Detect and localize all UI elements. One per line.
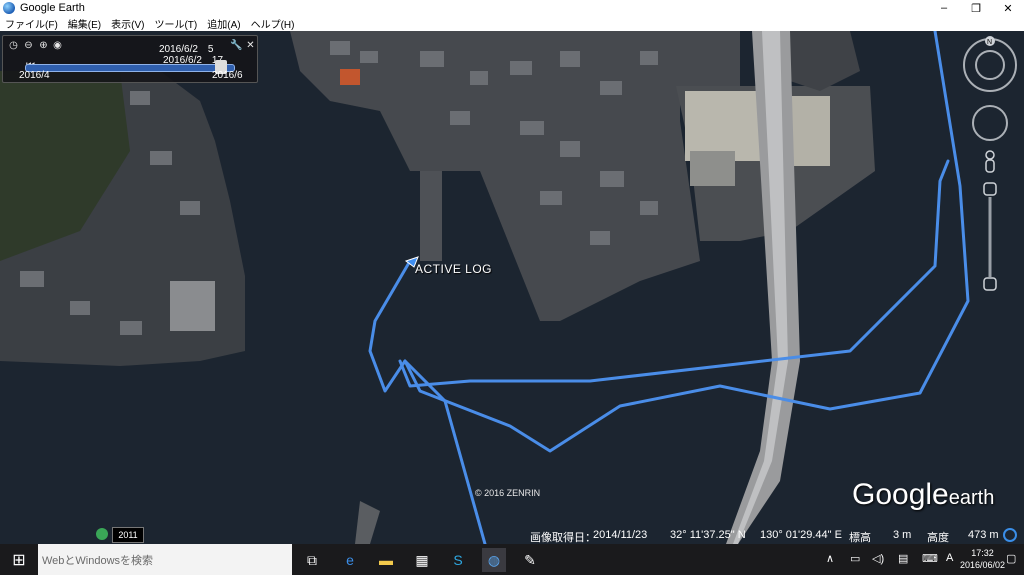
logo-main-text: Google bbox=[852, 478, 949, 511]
menu-tools[interactable]: ツール(T) bbox=[149, 16, 202, 31]
skype-icon[interactable]: S bbox=[446, 548, 470, 572]
notification-icon[interactable]: ▤ bbox=[898, 552, 908, 565]
action-center-icon[interactable]: ▢ bbox=[1006, 552, 1016, 565]
menu-file[interactable]: ファイル(F) bbox=[0, 16, 63, 31]
close-button[interactable]: ✕ bbox=[992, 0, 1024, 16]
clock-icon[interactable]: ◷ bbox=[8, 40, 19, 51]
google-earth-app-icon bbox=[3, 2, 15, 14]
edge-browser-icon[interactable]: e bbox=[338, 548, 362, 572]
copyright-text: © 2016 ZENRIN bbox=[475, 488, 541, 498]
taskbar-search-box[interactable]: WebとWindowsを検索 bbox=[38, 544, 292, 575]
menu-bar: ファイル(F) 編集(E) 表示(V) ツール(T) 追加(A) ヘルプ(H) bbox=[0, 16, 1024, 32]
title-bar: Google Earth – ❐ ✕ bbox=[0, 0, 1024, 16]
imagery-date-label: 画像取得日： bbox=[530, 532, 596, 544]
map-view[interactable]: ACTIVE LOG © 2016 ZENRIN Googleearth bbox=[0, 31, 1024, 544]
clock-time: 17:32 bbox=[971, 548, 994, 558]
start-button[interactable]: ⊞ bbox=[0, 544, 38, 575]
zoom-out-icon[interactable]: ⊖ bbox=[23, 40, 34, 51]
imagery-date: 2014/11/23 bbox=[593, 529, 648, 541]
wrench-icon[interactable]: 🔧 bbox=[230, 40, 242, 51]
paint-icon[interactable]: ✎ bbox=[518, 548, 542, 572]
window-title: Google Earth bbox=[20, 2, 85, 14]
google-earth-logo: Googleearth bbox=[852, 478, 994, 512]
slider-range-start: 2016/4 bbox=[19, 70, 50, 81]
svg-text:N: N bbox=[987, 39, 992, 46]
store-icon[interactable]: ▦ bbox=[410, 548, 434, 572]
elevation-label: 標高 bbox=[849, 532, 871, 544]
tray-chevron-icon[interactable]: ∧ bbox=[826, 552, 834, 565]
keyboard-icon[interactable]: ⌨ bbox=[922, 552, 938, 565]
compass-look-icon[interactable]: N bbox=[963, 36, 1017, 92]
task-view-icon[interactable]: ⧉ bbox=[300, 548, 324, 572]
placemark-label[interactable]: ACTIVE LOG bbox=[415, 262, 492, 276]
taskbar-clock[interactable]: 17:32 2016/06/02 bbox=[960, 547, 1005, 571]
menu-edit[interactable]: 編集(E) bbox=[63, 16, 106, 31]
slider-range-end: 2016/6 bbox=[212, 70, 243, 81]
menu-help[interactable]: ヘルプ(H) bbox=[246, 16, 300, 31]
pan-control-icon[interactable] bbox=[972, 105, 1008, 141]
latitude: 32° 11'37.25" N bbox=[670, 529, 746, 541]
volume-icon[interactable]: ◁) bbox=[872, 552, 884, 565]
window-controls: – ❐ ✕ bbox=[928, 0, 1024, 16]
eye-altitude-value: 473 m bbox=[968, 529, 999, 541]
elevation-value: 3 m bbox=[893, 529, 912, 541]
status-bar: 画像取得日： 2014/11/23 32° 11'37.25" N 130° 0… bbox=[0, 527, 1024, 544]
streaming-progress-icon bbox=[1003, 528, 1017, 542]
google-earth-taskbar-icon[interactable]: ◍ bbox=[482, 548, 506, 572]
street-view-pegman-icon[interactable] bbox=[985, 150, 995, 173]
zoom-in-icon[interactable]: ⊕ bbox=[38, 40, 49, 51]
logo-sub-text: earth bbox=[948, 487, 995, 509]
minimize-button[interactable]: – bbox=[928, 0, 960, 16]
menu-view[interactable]: 表示(V) bbox=[106, 16, 149, 31]
time-slider-track[interactable] bbox=[25, 64, 235, 72]
battery-icon[interactable]: ▭ bbox=[850, 552, 860, 565]
navigation-controls: N bbox=[960, 35, 1022, 295]
longitude: 130° 01'29.44" E bbox=[760, 529, 842, 541]
zoom-slider-icon[interactable] bbox=[983, 182, 997, 291]
ime-indicator[interactable]: A bbox=[946, 552, 953, 564]
file-explorer-icon[interactable]: ▬ bbox=[374, 548, 398, 572]
clock-date: 2016/06/02 bbox=[960, 560, 1006, 570]
close-slider-icon[interactable]: ✕ bbox=[245, 40, 256, 51]
menu-add[interactable]: 追加(A) bbox=[202, 16, 245, 31]
eye-altitude-label: 高度 bbox=[927, 532, 949, 544]
maximize-button[interactable]: ❐ bbox=[960, 0, 992, 16]
satellite-imagery bbox=[0, 31, 1024, 544]
eye-icon[interactable]: ◉ bbox=[52, 40, 63, 51]
time-slider-panel: ◷ ⊖ ⊕ ◉ 🔧 ✕ 2016/6/2 5 2016/6/2 17 ⏮ 201… bbox=[2, 35, 258, 83]
windows-taskbar: ⊞ WebとWindowsを検索 ⧉ e ▬ ▦ S ◍ ✎ ∧ ▭ ◁) ▤ … bbox=[0, 544, 1024, 575]
